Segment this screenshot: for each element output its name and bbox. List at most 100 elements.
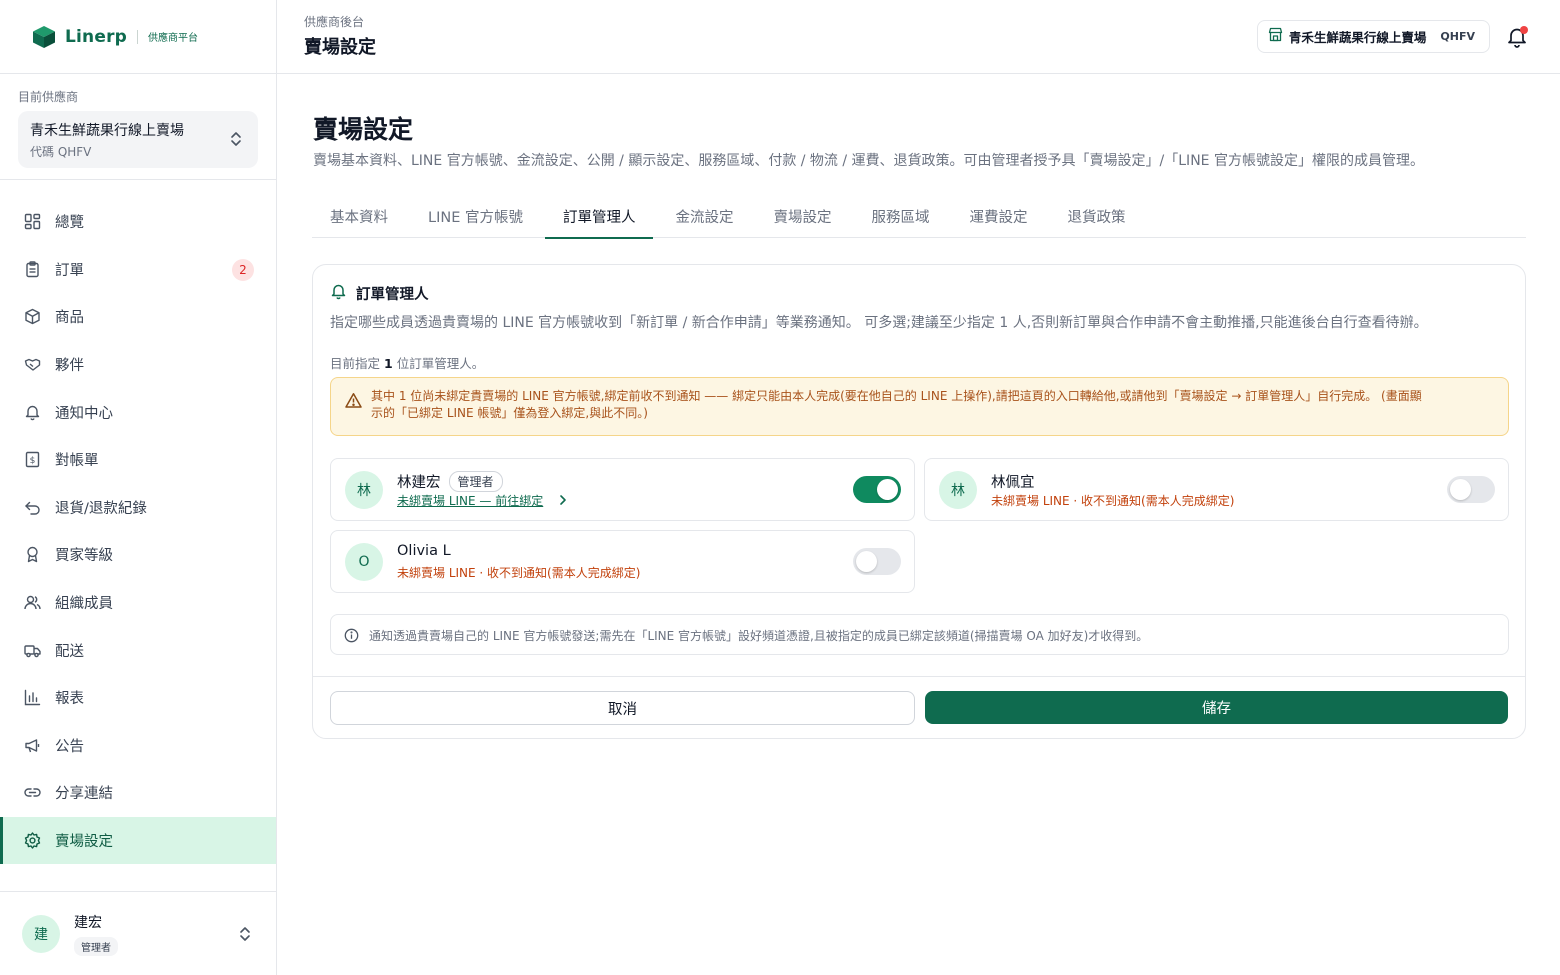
supplier-switcher-section: 目前供應商 青禾生鮮蔬果行線上賣場 代碼 QHFV: [0, 74, 276, 180]
supplier-code: 代碼 QHFV: [30, 145, 92, 159]
section-header: 訂單管理人: [330, 283, 429, 304]
sidebar-item-label: 賣場設定: [55, 834, 113, 851]
users-icon: [24, 594, 41, 611]
notification-dot: [1520, 26, 1528, 34]
member-card: O Olivia L 未綁賣場 LINE · 收不到通知(需本人完成綁定): [330, 530, 915, 593]
brand-name: Linerp: [65, 26, 128, 47]
sidebar-item-overview[interactable]: 總覽: [0, 198, 276, 246]
store-icon: [1268, 27, 1283, 46]
orders-count-badge: 2: [232, 258, 254, 281]
sidebar-item-label: 買家等級: [55, 548, 113, 565]
manager-count-value: 1: [384, 356, 393, 371]
supplier-caption: 目前供應商: [18, 90, 79, 104]
sidebar-item-statements[interactable]: $ 對帳單: [0, 436, 276, 484]
supplier-name: 青禾生鮮蔬果行線上賣場: [30, 123, 184, 139]
notify-toggle[interactable]: [853, 476, 901, 503]
sidebar-item-label: 報表: [55, 691, 84, 708]
avatar: 林: [939, 471, 977, 509]
header-title: 賣場設定: [304, 37, 376, 58]
notify-toggle[interactable]: [1447, 476, 1495, 503]
tab-payment-settings[interactable]: 金流設定: [657, 200, 751, 238]
tab-order-managers[interactable]: 訂單管理人: [544, 200, 654, 239]
avatar: O: [345, 543, 383, 581]
save-button[interactable]: 儲存: [925, 691, 1508, 724]
sidebar-item-label: 通知中心: [55, 405, 113, 422]
sidebar: Linerp 供應商平台 目前供應商 青禾生鮮蔬果行線上賣場 代碼 QHFV 總…: [0, 0, 277, 975]
tab-service-area[interactable]: 服務區域: [853, 200, 947, 238]
settings-tabs: 基本資料 LINE 官方帳號 訂單管理人 金流設定 賣場設定 服務區域 運費設定…: [312, 200, 1526, 239]
info-icon: [344, 628, 359, 643]
sidebar-item-members[interactable]: 組織成員: [0, 579, 276, 627]
manager-count-suffix: 位訂單管理人。: [396, 356, 485, 371]
tab-line-oa[interactable]: LINE 官方帳號: [410, 200, 541, 238]
form-footer: 取消 儲存: [313, 676, 1525, 738]
tab-store-settings[interactable]: 賣場設定: [755, 200, 849, 238]
sidebar-item-delivery[interactable]: 配送: [0, 626, 276, 674]
page-title: 賣場設定: [313, 115, 414, 144]
tab-shipping-fees[interactable]: 運費設定: [951, 200, 1045, 238]
sidebar-item-announcements[interactable]: 公告: [0, 722, 276, 770]
member-name-row: Olivia L: [397, 543, 451, 559]
order-managers-card: 訂單管理人 指定哪些成員透過貴賣場的 LINE 官方帳號收到「新訂單 / 新合作…: [312, 264, 1526, 739]
sidebar-item-label: 退貨/退款紀錄: [55, 500, 147, 517]
sidebar-item-notifications[interactable]: 通知中心: [0, 388, 276, 436]
sidebar-item-products[interactable]: 商品: [0, 293, 276, 341]
avatar: 建: [22, 914, 60, 953]
member-name: 林建宏: [397, 475, 441, 491]
warning-text-line-2: 示的「已綁定 LINE 帳號」僅為登入綁定,與此不同。): [371, 406, 648, 420]
member-name: Olivia L: [397, 543, 451, 559]
link-icon: [24, 784, 41, 801]
tab-return-policy[interactable]: 退貨政策: [1049, 200, 1143, 238]
member-name-row: 林建宏 管理者: [397, 471, 503, 492]
warning-triangle-icon: [345, 392, 362, 409]
notify-toggle[interactable]: [853, 548, 901, 575]
sidebar-item-partners[interactable]: 夥伴: [0, 341, 276, 389]
sidebar-item-label: 組織成員: [55, 596, 113, 613]
truck-icon: [24, 642, 41, 659]
bind-line-link[interactable]: 未綁賣場 LINE — 前往綁定: [397, 492, 543, 509]
member-card: 林 林建宏 管理者 未綁賣場 LINE — 前往綁定: [330, 458, 915, 521]
store-name: 青禾生鮮蔬果行線上賣場: [1288, 30, 1427, 45]
warning-text-line-1: 其中 1 位尚未綁定貴賣場的 LINE 官方帳號,綁定前收不到通知 —— 綁定只…: [371, 389, 1422, 403]
tab-basic-info[interactable]: 基本資料: [312, 200, 406, 238]
sidebar-item-label: 訂單: [55, 262, 84, 279]
toggle-knob: [856, 551, 877, 572]
store-switcher[interactable]: 青禾生鮮蔬果行線上賣場 QHFV: [1256, 20, 1490, 53]
section-description: 指定哪些成員透過貴賣場的 LINE 官方帳號收到「新訂單 / 新合作申請」等業務…: [330, 315, 1428, 331]
sidebar-item-buyer-levels[interactable]: 買家等級: [0, 531, 276, 579]
brand-header[interactable]: Linerp 供應商平台: [0, 0, 276, 74]
bar-chart-icon: [24, 689, 41, 706]
user-menu[interactable]: 建 建宏 管理者: [0, 891, 276, 975]
sidebar-item-store-settings[interactable]: 賣場設定: [0, 816, 276, 865]
chevron-up-down-icon: [238, 924, 252, 944]
section-title: 訂單管理人: [356, 287, 429, 303]
member-binding-status: 未綁賣場 LINE · 收不到通知(需本人完成綁定): [991, 494, 1235, 508]
return-icon: [24, 499, 41, 516]
sidebar-item-reports[interactable]: 報表: [0, 674, 276, 722]
svg-text:$: $: [30, 456, 36, 466]
brand-tagline: 供應商平台: [148, 33, 199, 44]
member-binding-status: 未綁賣場 LINE · 收不到通知(需本人完成綁定): [397, 566, 641, 580]
page-description: 賣場基本資料、LINE 官方帳號、金流設定、公開 / 顯示設定、服務區域、付款 …: [313, 153, 1424, 169]
user-role-badge: 管理者: [74, 936, 118, 956]
sidebar-item-label: 夥伴: [55, 358, 84, 375]
toggle-knob: [1450, 479, 1471, 500]
manager-count-prefix: 目前指定: [330, 356, 381, 371]
sidebar-item-label: 對帳單: [55, 453, 99, 470]
sidebar-item-label: 公告: [55, 738, 84, 755]
chevron-right-icon: [557, 493, 569, 507]
cancel-button[interactable]: 取消: [330, 691, 915, 725]
top-bar: 供應商後台 賣場設定 青禾生鮮蔬果行線上賣場 QHFV: [277, 0, 1560, 74]
manager-count: 目前指定 1 位訂單管理人。: [330, 353, 484, 372]
supplier-selector[interactable]: 青禾生鮮蔬果行線上賣場 代碼 QHFV: [18, 111, 258, 168]
member-name: 林佩宜: [991, 475, 1035, 491]
sidebar-item-label: 總覽: [55, 215, 84, 232]
dashboard-icon: [24, 213, 41, 230]
breadcrumb: 供應商後台: [304, 15, 365, 29]
sidebar-item-share-links[interactable]: 分享連結: [0, 769, 276, 817]
bell-icon: [24, 404, 41, 421]
sidebar-item-returns[interactable]: 退貨/退款紀錄: [0, 484, 276, 532]
sidebar-item-orders[interactable]: 訂單 2: [0, 246, 276, 294]
toggle-knob: [877, 479, 898, 500]
avatar: 林: [345, 471, 383, 509]
